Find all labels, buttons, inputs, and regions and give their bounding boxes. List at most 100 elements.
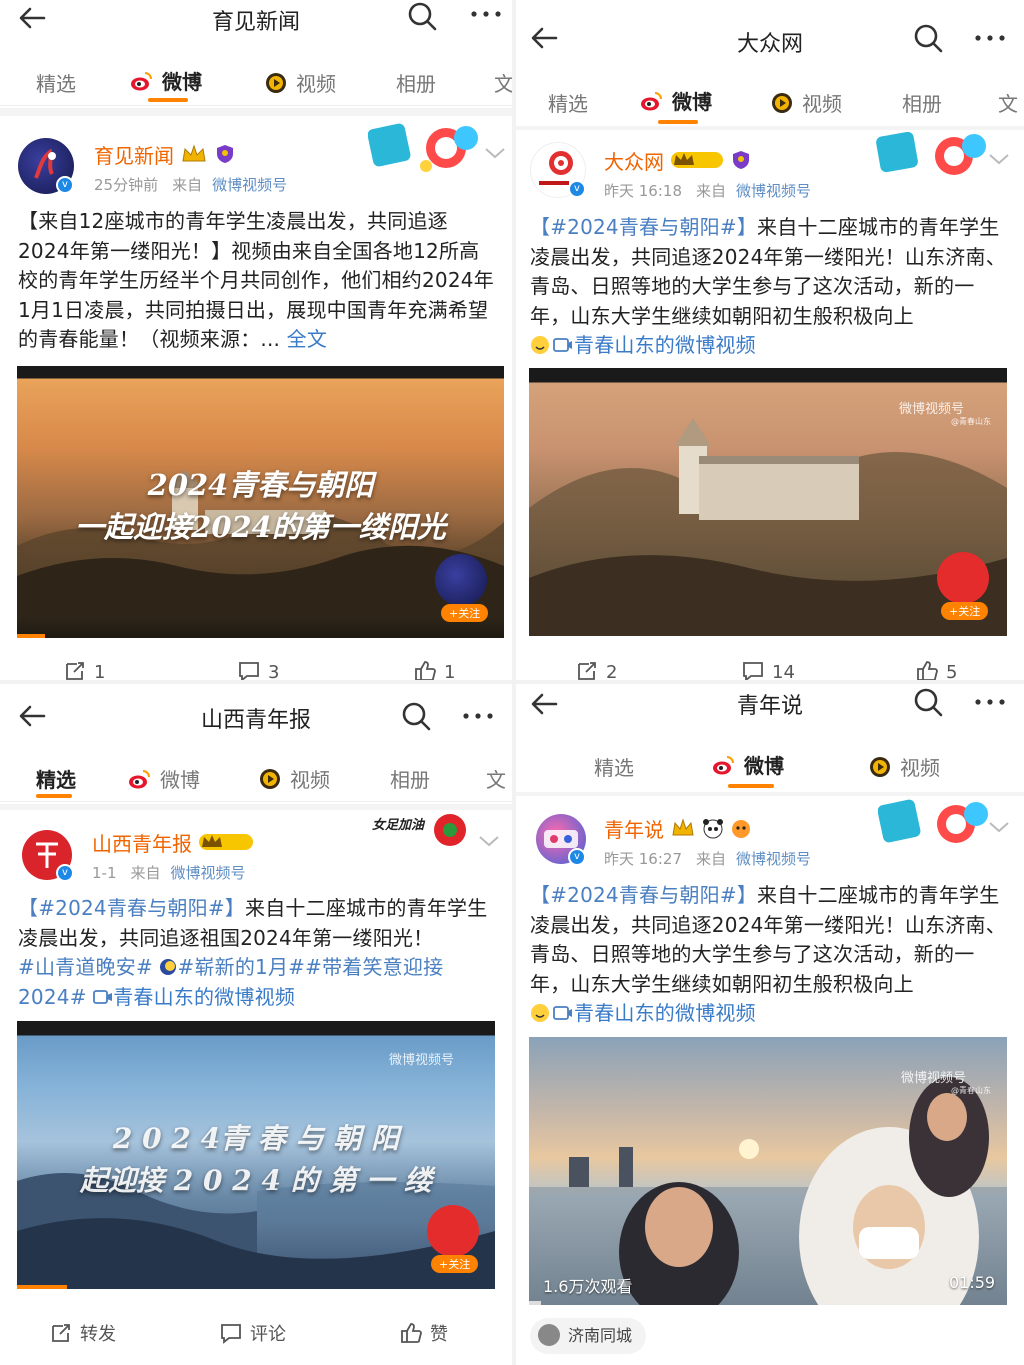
like-button[interactable]: 5 xyxy=(916,660,957,680)
chevron-down-icon[interactable] xyxy=(484,146,506,160)
view-count: 1.6万次观看 xyxy=(543,1277,633,1296)
comment-button[interactable]: 评论 xyxy=(220,1320,286,1346)
full-text-link[interactable]: 全文 xyxy=(287,327,327,351)
search-icon[interactable] xyxy=(404,0,440,34)
festival-card-decoration-icon xyxy=(878,799,988,843)
tab-weibo[interactable]: 微博 xyxy=(130,66,202,95)
search-icon[interactable] xyxy=(398,698,434,734)
tab-album[interactable]: 相册 xyxy=(396,68,436,97)
location-chip[interactable]: 济南同城 xyxy=(530,1318,647,1354)
tab-featured[interactable]: 精选 xyxy=(548,88,588,117)
tab-video[interactable]: 视频 xyxy=(868,752,940,781)
chevron-down-icon[interactable] xyxy=(988,820,1010,834)
profile-tabs: 精选 微博 视频 相册 文 xyxy=(0,50,512,106)
tab-video[interactable]: 视频 xyxy=(258,764,330,793)
search-icon[interactable] xyxy=(910,20,946,56)
video-progress-bar[interactable] xyxy=(17,634,45,638)
video-caption-line1: 2 0 2 4青 春 与 朝 阳 xyxy=(112,1122,400,1155)
watermark-sub: @青春山东 xyxy=(951,1086,991,1095)
tab-album[interactable]: 相册 xyxy=(902,88,942,117)
tab-article[interactable]: 文 xyxy=(494,68,512,97)
post-text: 【#2024青春与朝阳#】来自十二座城市的青年学生凌晨出发，共同追逐祖国2024… xyxy=(18,896,488,1009)
video-player[interactable]: 微博视频号 @青春山东 1.6万次观看 01:59 xyxy=(529,1037,1007,1305)
like-button[interactable]: 赞 xyxy=(400,1320,448,1346)
username[interactable]: 青年说 xyxy=(604,814,752,843)
follow-button[interactable]: +关注 xyxy=(941,602,989,620)
video-progress-bar[interactable] xyxy=(529,1301,541,1305)
chevron-down-icon[interactable] xyxy=(478,834,500,848)
repost-button[interactable]: 转发 xyxy=(50,1320,116,1346)
like-icon xyxy=(401,1323,422,1343)
cat-badge-icon xyxy=(732,820,750,838)
more-icon[interactable] xyxy=(458,698,498,734)
follow-button[interactable]: +关注 xyxy=(431,1255,479,1273)
tab-video[interactable]: 视频 xyxy=(264,68,336,97)
tab-video[interactable]: 视频 xyxy=(770,88,842,117)
video-caption-line2: 一起迎接2024的第一缕阳光 xyxy=(75,510,446,544)
tab-featured[interactable]: 精选 xyxy=(594,752,634,781)
video-player[interactable]: 微博视频号 2 0 2 4青 春 与 朝 阳 起迎接 2 0 2 4 的 第 一… xyxy=(17,1021,495,1289)
festival-card-decoration-icon xyxy=(876,131,986,175)
username[interactable]: 大众网 xyxy=(604,146,752,175)
like-icon xyxy=(415,661,436,680)
post-source[interactable]: 微博视频号 xyxy=(171,864,246,882)
weibo-logo-icon xyxy=(129,770,150,789)
video-link[interactable]: 青春山东的微博视频 xyxy=(574,333,756,357)
chevron-down-icon[interactable] xyxy=(988,152,1010,166)
tab-album[interactable]: 相册 xyxy=(390,764,430,793)
top-bar: 青年说 xyxy=(516,684,1024,732)
video-caption-line2: 起迎接 2 0 2 4 的 第 一 缕 xyxy=(80,1164,432,1197)
tab-weibo[interactable]: 微博 xyxy=(640,86,712,115)
hashtag-goodnight[interactable]: #山青道晚安# xyxy=(18,955,153,979)
video-progress-bar[interactable] xyxy=(17,1285,67,1289)
weibo-video-watermark: 微博视频号 xyxy=(389,1053,455,1068)
follow-button[interactable]: +关注 xyxy=(441,604,489,622)
tab-article[interactable]: 文 xyxy=(998,88,1018,117)
username[interactable]: 山西青年报 xyxy=(92,828,254,857)
page-title: 山西青年报 xyxy=(200,708,311,733)
hashtag-link[interactable]: 【#2024青春与朝阳#】 xyxy=(18,896,245,920)
hashtag-link[interactable]: 【#2024青春与朝阳#】 xyxy=(530,883,757,907)
tab-weibo[interactable]: 微博 xyxy=(128,764,200,793)
comment-button[interactable]: 3 xyxy=(238,660,279,680)
weibo-logo-icon xyxy=(713,756,734,775)
post-text: 【#2024青春与朝阳#】来自十二座城市的青年学生凌晨出发，共同追逐2024年第… xyxy=(530,883,1006,1025)
search-icon[interactable] xyxy=(910,684,946,720)
post-source[interactable]: 微博视频号 xyxy=(736,850,811,868)
profile-tabs: 精选 微博 视频 相册 文 xyxy=(0,746,512,802)
active-tab-indicator xyxy=(728,784,774,788)
tab-featured[interactable]: 精选 xyxy=(36,68,76,97)
post-source[interactable]: 微博视频号 xyxy=(736,182,811,200)
football-icon xyxy=(434,814,466,846)
more-icon[interactable] xyxy=(970,20,1010,56)
moon-emoji-icon xyxy=(160,959,177,975)
post-source[interactable]: 微博视频号 xyxy=(212,176,287,194)
like-button[interactable]: 1 xyxy=(414,660,455,680)
repost-icon xyxy=(52,1324,70,1342)
tab-article[interactable]: 文 xyxy=(486,764,506,793)
weibo-video-watermark: 微博视频号 xyxy=(899,402,965,417)
verified-icon: v xyxy=(568,180,586,198)
channel-logo xyxy=(937,552,989,604)
tab-weibo[interactable]: 微博 xyxy=(712,750,784,779)
repost-icon xyxy=(66,662,84,680)
video-player[interactable]: 微博视频号 @青春山东 +关注 xyxy=(529,368,1007,636)
repost-button[interactable]: 2 xyxy=(576,660,617,680)
active-tab-indicator xyxy=(658,120,698,124)
video-link[interactable]: 青春山东的微博视频 xyxy=(574,1001,756,1025)
more-icon[interactable] xyxy=(970,684,1010,720)
post-meta: 昨天 16:27 来自 微博视频号 xyxy=(604,850,812,868)
tab-featured[interactable]: 精选 xyxy=(36,764,76,793)
video-player[interactable]: 2024青春与朝阳 一起迎接2024的第一缕阳光 +关注 xyxy=(17,366,504,638)
username[interactable]: 育见新闻 xyxy=(94,140,236,169)
repost-button[interactable]: 1 xyxy=(64,660,105,680)
comment-icon xyxy=(221,1324,241,1344)
more-icon[interactable] xyxy=(466,0,506,32)
video-link-icon xyxy=(531,336,572,354)
panda-badge-icon xyxy=(703,819,723,839)
page-title: 大众网 xyxy=(736,32,803,57)
weibo-video-watermark: 微博视频号 xyxy=(901,1071,967,1086)
comment-button[interactable]: 14 xyxy=(742,660,795,680)
hashtag-link[interactable]: 【#2024青春与朝阳#】 xyxy=(530,215,757,239)
video-link[interactable]: 青春山东的微博视频 xyxy=(113,985,295,1009)
